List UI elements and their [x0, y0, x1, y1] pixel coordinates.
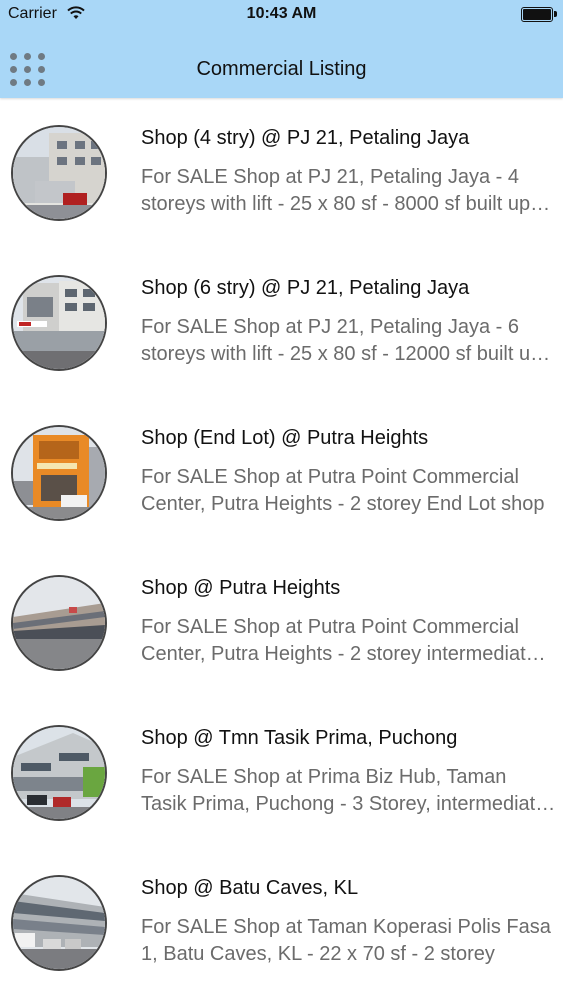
list-item[interactable]: Shop @ Batu Caves, KL For SALE Shop at T… [0, 848, 563, 998]
shoplot-photo [11, 875, 107, 971]
listing-description: For SALE Shop at PJ 21, Petaling Jaya - … [141, 316, 542, 365]
listing-title: Shop @ Tmn Tasik Prima, Puchong [141, 727, 458, 749]
listing-description: For SALE Shop at Prima Biz Hub, Taman Ta… [141, 766, 547, 815]
listing-description: For SALE Shop at Putra Point Commercial … [141, 466, 545, 515]
listing-title: Shop @ Batu Caves, KL [141, 877, 359, 899]
listing-list: Shop (4 stry) @ PJ 21, Petaling Jaya For… [0, 98, 563, 998]
list-item[interactable]: Shop (End Lot) @ Putra Heights For SALE … [0, 398, 563, 548]
battery-icon [521, 7, 557, 22]
shoplot-photo [11, 275, 107, 371]
list-item[interactable]: Shop (4 stry) @ PJ 21, Petaling Jaya For… [0, 98, 563, 248]
listing-title: Shop (End Lot) @ Putra Heights [141, 427, 429, 449]
list-item[interactable]: Shop @ Tmn Tasik Prima, Puchong For SALE… [0, 698, 563, 848]
shoplot-photo [11, 575, 107, 671]
list-item[interactable]: Shop @ Putra Heights For SALE Shop at Pu… [0, 548, 563, 698]
header: Carrier 10:43 AM Commercial Listing [0, 0, 563, 98]
listing-title: Shop (4 stry) @ PJ 21, Petaling Jaya [141, 127, 470, 149]
listing-title: Shop @ Putra Heights [141, 577, 341, 599]
shoplot-photo [11, 125, 107, 221]
listing-title: Shop (6 stry) @ PJ 21, Petaling Jaya [141, 277, 470, 299]
shoplot-photo [11, 425, 107, 521]
shoplot-photo [11, 725, 107, 821]
listing-description: For SALE Shop at Taman Koperasi Polis Fa… [141, 916, 551, 965]
listing-description: For SALE Shop at Putra Point Commercial … [141, 616, 537, 665]
nav-bar: Commercial Listing [0, 30, 563, 98]
list-item[interactable]: Shop (6 stry) @ PJ 21, Petaling Jaya For… [0, 248, 563, 398]
status-bar: Carrier 10:43 AM [0, 0, 563, 30]
listing-description: For SALE Shop at PJ 21, Petaling Jaya - … [141, 166, 531, 215]
clock: 10:43 AM [246, 5, 317, 22]
page-title: Commercial Listing [196, 58, 367, 80]
